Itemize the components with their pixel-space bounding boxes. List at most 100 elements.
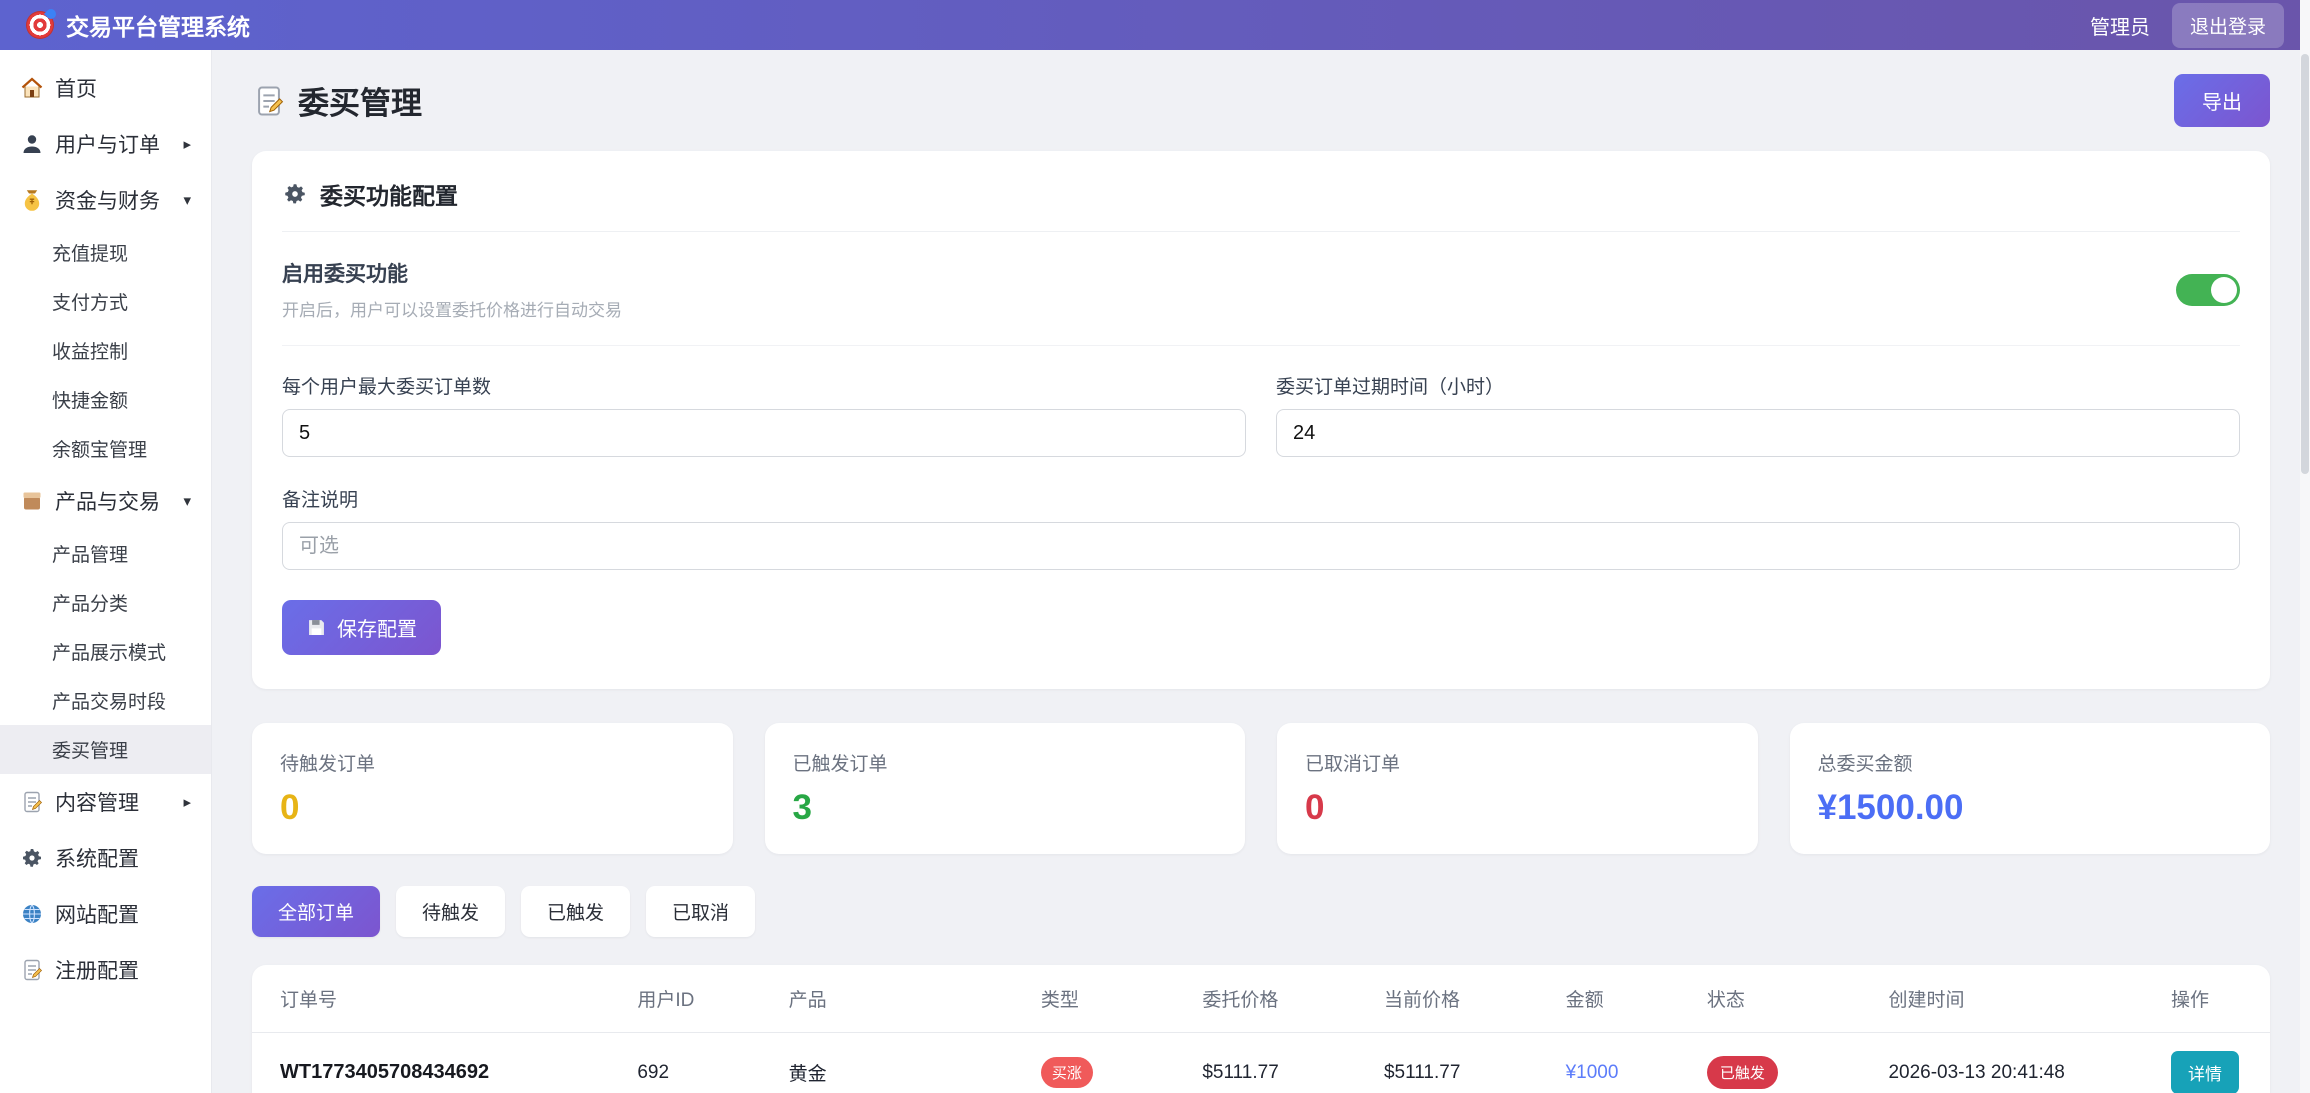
chevron-right-icon: ▸ [183, 793, 191, 811]
order-filter-tabs: 全部订单待触发已触发已取消 [252, 886, 2270, 937]
product-cell: 黄金 [777, 1033, 1029, 1093]
config-section-title: 委买功能配置 [282, 151, 2240, 232]
enable-entrust-toggle[interactable] [2176, 274, 2240, 306]
table-row: WT1773405708434692692黄金买涨$5111.77$5111.7… [252, 1033, 2270, 1093]
sidebar-item-label: 系统配置 [55, 843, 139, 873]
sidebar-item-label: 资金与财务 [55, 185, 160, 215]
sidebar-item-label: 产品管理 [52, 540, 128, 567]
sidebar-item-product-display-mode[interactable]: 产品展示模式 [0, 627, 211, 676]
order-number-cell: WT1773405708434692 [252, 1033, 625, 1093]
export-button[interactable]: 导出 [2174, 74, 2270, 127]
column-header: 当前价格 [1372, 965, 1554, 1033]
enable-entrust-label: 启用委买功能 [282, 258, 622, 288]
stat-value: 3 [793, 788, 1218, 828]
remark-input[interactable] [282, 522, 2240, 570]
sidebar-item-label: 用户与订单 [55, 129, 160, 159]
stat-label: 待触发订单 [280, 749, 705, 776]
enable-entrust-desc: 开启后，用户可以设置委托价格进行自动交易 [282, 296, 622, 321]
tab-待触发[interactable]: 待触发 [396, 886, 505, 937]
tab-全部订单[interactable]: 全部订单 [252, 886, 380, 937]
sidebar-item-home[interactable]: 首页 [0, 60, 211, 116]
remark-label: 备注说明 [282, 485, 2240, 512]
sidebar-item-recharge-withdraw[interactable]: 充值提现 [0, 228, 211, 277]
status-cell: 已触发 [1695, 1033, 1877, 1093]
main-content: 委买管理 导出 委买功能配置 启用委买功能 开启后，用户可以设置委托价格进行自动… [212, 50, 2310, 1093]
stat-label: 总委买金额 [1818, 749, 2243, 776]
orders-table: 订单号用户ID产品类型委托价格当前价格金额状态创建时间操作 WT17734057… [252, 965, 2270, 1093]
globe-icon [20, 902, 44, 926]
column-header: 订单号 [252, 965, 625, 1033]
detail-button[interactable]: 详情 [2171, 1051, 2239, 1093]
stat-card: 已取消订单0 [1277, 723, 1758, 854]
chevron-right-icon: ▸ [183, 135, 191, 153]
sidebar-item-payment-methods[interactable]: 支付方式 [0, 277, 211, 326]
sidebar-item-product-management[interactable]: 产品管理 [0, 529, 211, 578]
stat-value: ¥1500.00 [1818, 788, 2243, 828]
sidebar-item-label: 收益控制 [52, 337, 128, 364]
stat-card: 总委买金额 ¥1500.00 [1790, 723, 2271, 854]
sidebar-item-profit-control[interactable]: 收益控制 [0, 326, 211, 375]
column-header: 创建时间 [1876, 965, 2159, 1033]
tab-已触发[interactable]: 已触发 [521, 886, 630, 937]
max-orders-label: 每个用户最大委买订单数 [282, 372, 1246, 399]
user-id-cell: 692 [625, 1033, 776, 1093]
save-config-button[interactable]: 保存配置 [282, 600, 441, 655]
sidebar-item-product-trading-hours[interactable]: 产品交易时段 [0, 676, 211, 725]
stat-label: 已触发订单 [793, 749, 1218, 776]
package-icon [20, 489, 44, 513]
orders-table-card: 订单号用户ID产品类型委托价格当前价格金额状态创建时间操作 WT17734057… [252, 965, 2270, 1093]
stat-card: 已触发订单 3 [765, 723, 1246, 854]
sidebar-item-finance[interactable]: 资金与财务 ▾ [0, 172, 211, 228]
home-icon [20, 76, 44, 100]
type-cell: 买涨 [1029, 1033, 1190, 1093]
sidebar-item-quick-amounts[interactable]: 快捷金额 [0, 375, 211, 424]
expire-hours-label: 委买订单过期时间（小时） [1276, 372, 2240, 399]
status-badge: 已触发 [1707, 1056, 1778, 1089]
column-header: 产品 [777, 965, 1029, 1033]
logout-button[interactable]: 退出登录 [2172, 3, 2284, 48]
expire-hours-input[interactable] [1276, 409, 2240, 457]
topbar: 交易平台管理系统 管理员 退出登录 [0, 0, 2310, 50]
column-header: 类型 [1029, 965, 1190, 1033]
sidebar-item-label: 注册配置 [55, 955, 139, 985]
sidebar-item-entrust-buy[interactable]: 委买管理 [0, 725, 211, 774]
type-badge: 买涨 [1041, 1057, 1093, 1088]
column-header: 状态 [1695, 965, 1877, 1033]
page-title: 委买管理 [252, 78, 422, 123]
sidebar-item-label: 支付方式 [52, 288, 128, 315]
column-header: 操作 [2159, 965, 2270, 1033]
brand: 交易平台管理系统 [26, 8, 250, 42]
current-user-label: 管理员 [2090, 11, 2150, 40]
actions-cell: 详情 [2159, 1033, 2270, 1093]
stat-label: 已取消订单 [1305, 749, 1730, 776]
sidebar-item-system-config[interactable]: 系统配置 [0, 830, 211, 886]
amount-cell: ¥1000 [1554, 1033, 1695, 1093]
column-header: 用户ID [625, 965, 776, 1033]
sidebar-item-products-trading[interactable]: 产品与交易▾ [0, 473, 211, 529]
sidebar-item-label: 产品展示模式 [52, 638, 166, 665]
target-logo-icon [26, 11, 54, 39]
max-orders-input[interactable] [282, 409, 1246, 457]
sidebar-item-label: 产品交易时段 [52, 687, 166, 714]
gear-icon [20, 846, 44, 870]
column-header: 金额 [1554, 965, 1695, 1033]
app-title: 交易平台管理系统 [66, 8, 250, 42]
sidebar-item-site-config[interactable]: 网站配置 [0, 886, 211, 942]
toggle-knob [2211, 277, 2237, 303]
sidebar-item-yuebao-management[interactable]: 余额宝管理 [0, 424, 211, 473]
tab-已取消[interactable]: 已取消 [646, 886, 755, 937]
chevron-down-icon: ▾ [183, 492, 191, 510]
sidebar-item-content[interactable]: 内容管理▸ [0, 774, 211, 830]
memo-icon [20, 790, 44, 814]
sidebar-item-users-orders[interactable]: 用户与订单 ▸ [0, 116, 211, 172]
scrollbar[interactable] [2300, 0, 2310, 1093]
chevron-down-icon: ▾ [183, 191, 191, 209]
memo-icon [20, 958, 44, 982]
entrust-price-cell: $5111.77 [1190, 1033, 1372, 1093]
sidebar: 首页用户与订单 ▸ 资金与财务 ▾ 充值提现支付方式收益控制快捷金额余额宝管理产品与交易… [0, 50, 212, 1093]
sidebar-item-register-config[interactable]: 注册配置 [0, 942, 211, 998]
stat-value: 0 [280, 788, 705, 828]
sidebar-item-product-categories[interactable]: 产品分类 [0, 578, 211, 627]
scrollbar-thumb[interactable] [2301, 54, 2309, 474]
stats-row: 待触发订单 0 已触发订单 3 已取消订单0 总委买金额 ¥1500.00 [252, 723, 2270, 854]
